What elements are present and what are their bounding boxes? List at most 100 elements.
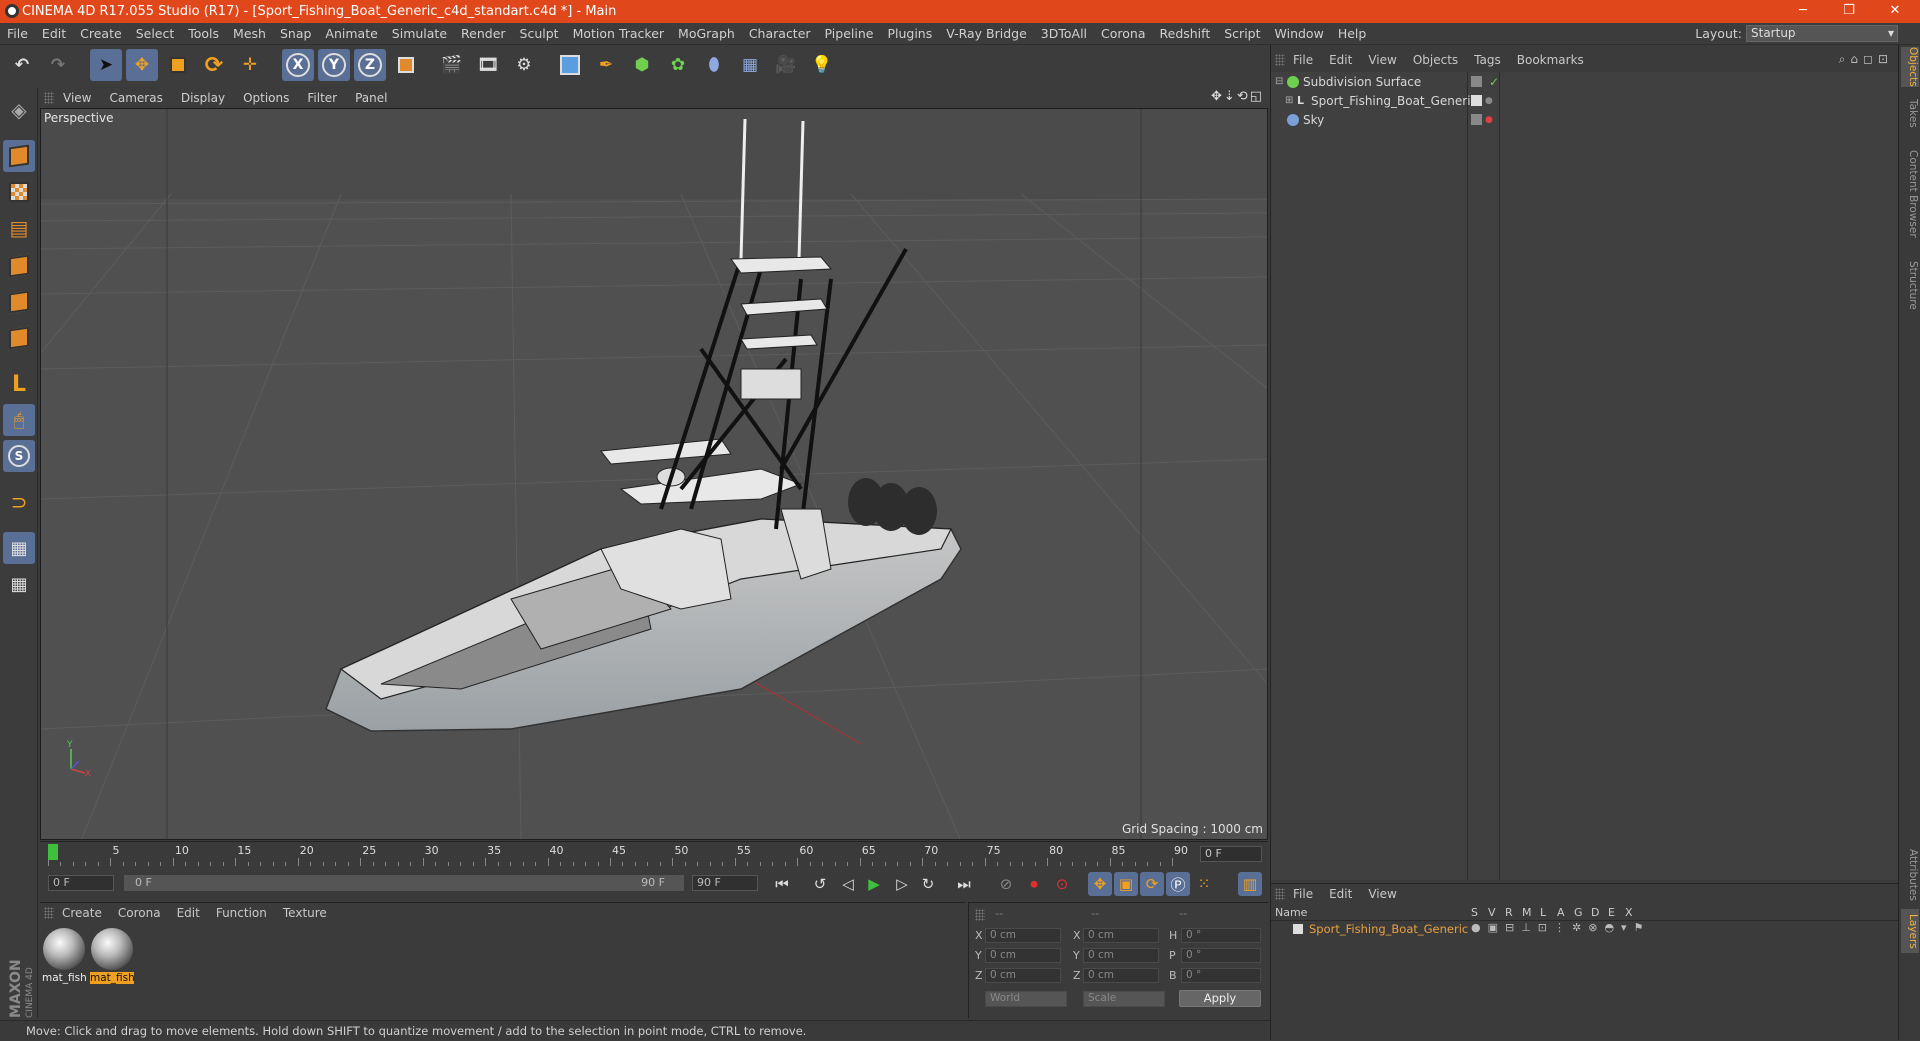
key-pla-button[interactable]: ⁙	[1192, 872, 1216, 896]
transform-tool-button[interactable]: ✛	[234, 49, 266, 81]
x-axis-lock-button[interactable]: X	[282, 49, 314, 81]
object-row-subdivision[interactable]: ⊟ Subdivision Surface ✓	[1271, 72, 1901, 91]
undo-button[interactable]: ↶	[6, 49, 38, 81]
object-menu-edit[interactable]: Edit	[1321, 53, 1360, 67]
menu-plugins[interactable]: Plugins	[880, 26, 939, 41]
menu-file[interactable]: File	[0, 26, 35, 41]
tab-attributes[interactable]: Attributes	[1901, 845, 1919, 905]
scale-tool-button[interactable]	[162, 49, 194, 81]
apply-button[interactable]: Apply	[1179, 990, 1261, 1007]
menu-snap[interactable]: Snap	[273, 26, 318, 41]
min-frame-field[interactable]: 0 F	[48, 875, 114, 891]
workplane-mode-button[interactable]: ▤	[3, 212, 35, 244]
close-button[interactable]: ✕	[1872, 0, 1918, 23]
tab-structure[interactable]: Structure	[1901, 255, 1919, 315]
floor-button[interactable]: ▦	[734, 49, 766, 81]
tab-content-browser[interactable]: Content Browser	[1901, 139, 1919, 249]
key-parameter-button[interactable]: Ⓟ	[1166, 872, 1190, 896]
snapping-button[interactable]: S	[3, 440, 35, 472]
workplane-lock-button[interactable]: ▦	[3, 532, 35, 564]
restore-button[interactable]: ❐	[1826, 0, 1872, 23]
texture-mode-button[interactable]	[3, 176, 35, 208]
light-button[interactable]: 💡	[806, 49, 838, 81]
expand-toggle-icon[interactable]: ⊞	[1285, 95, 1293, 106]
object-menu-file[interactable]: File	[1285, 53, 1321, 67]
layer-color-swatch[interactable]	[1293, 924, 1303, 934]
key-position-button[interactable]: ✥	[1088, 872, 1112, 896]
tweak-mode-button[interactable]: 🖱	[3, 404, 35, 436]
editor-visibility-icon[interactable]	[1471, 114, 1482, 125]
layer-menu-edit[interactable]: Edit	[1321, 887, 1360, 901]
key-scale-button[interactable]: ▣	[1114, 872, 1138, 896]
cube-object-button[interactable]	[554, 49, 586, 81]
previous-key-button[interactable]: ↺	[808, 872, 832, 896]
timeline-ruler[interactable]: 051015202530354045505560657075808590 0 F	[40, 841, 1268, 866]
previous-frame-button[interactable]: ◁	[836, 872, 860, 896]
viewport-menu-options[interactable]: Options	[234, 91, 298, 105]
cloner-button[interactable]: ✿	[662, 49, 694, 81]
coordinate-system-button[interactable]	[390, 49, 422, 81]
material-swatch-selected[interactable]: mat_fish	[90, 928, 134, 984]
key-rotation-button[interactable]: ⟳	[1140, 872, 1164, 896]
polygons-mode-button[interactable]	[3, 322, 35, 354]
menu-help[interactable]: Help	[1331, 26, 1374, 41]
record-keys-button[interactable]: ⏺	[1022, 872, 1046, 896]
menu-simulate[interactable]: Simulate	[385, 26, 454, 41]
layer-menu-file[interactable]: File	[1285, 887, 1321, 901]
deformer-button[interactable]: ⬮	[698, 49, 730, 81]
menu-redshift[interactable]: Redshift	[1153, 26, 1218, 41]
make-editable-button[interactable]: ◈	[3, 94, 35, 126]
layer-toggle-icons[interactable]: ●▣⊟⊥⊡⋮✲⊗◓▾⚑	[1471, 921, 1650, 934]
editor-visibility-icon[interactable]	[1471, 76, 1482, 87]
menu-edit[interactable]: Edit	[35, 26, 73, 41]
autokey-button[interactable]: ⊙	[1050, 872, 1074, 896]
object-row-sky[interactable]: Sky ●	[1271, 110, 1901, 129]
rotation-p-field[interactable]: 0 °	[1181, 948, 1261, 963]
material-swatch[interactable]: mat_fish	[42, 928, 86, 984]
playhead-marker[interactable]	[48, 844, 58, 860]
redo-button[interactable]: ↷	[42, 49, 74, 81]
subdivision-surface-button[interactable]: ⬢	[626, 49, 658, 81]
frame-ruler[interactable]: 051015202530354045505560657075808590	[48, 842, 1198, 866]
menu-animate[interactable]: Animate	[318, 26, 384, 41]
viewport-menu-filter[interactable]: Filter	[298, 91, 346, 105]
model-mode-button[interactable]	[3, 140, 35, 172]
render-picture-viewer-button[interactable]: 🎞	[472, 49, 504, 81]
size-z-field[interactable]: 0 cm	[1083, 968, 1159, 983]
minimize-button[interactable]: ─	[1780, 0, 1826, 23]
edges-mode-button[interactable]	[3, 286, 35, 318]
menu-mesh[interactable]: Mesh	[226, 26, 273, 41]
rotate-tool-button[interactable]: ⟳	[198, 49, 230, 81]
object-menu-view[interactable]: View	[1360, 53, 1404, 67]
menu-pipeline[interactable]: Pipeline	[818, 26, 881, 41]
axis-mode-button[interactable]: L	[3, 368, 35, 400]
menu-corona[interactable]: Corona	[1094, 26, 1152, 41]
position-y-field[interactable]: 0 cm	[985, 948, 1061, 963]
preview-range-slider[interactable]: 0 F 90 F	[124, 875, 684, 891]
menu-render[interactable]: Render	[454, 26, 513, 41]
layer-row[interactable]: Sport_Fishing_Boat_Generic ●▣⊟⊥⊡⋮✲⊗◓▾⚑	[1271, 921, 1901, 938]
render-settings-button[interactable]: ⚙	[508, 49, 540, 81]
camera-button[interactable]: 🎥	[770, 49, 802, 81]
material-menu-create[interactable]: Create	[54, 906, 110, 920]
move-tool-button[interactable]: ✥	[126, 49, 158, 81]
enabled-check-icon[interactable]: ✓	[1489, 75, 1499, 89]
menu-create[interactable]: Create	[73, 26, 129, 41]
size-mode-dropdown[interactable]: Scale	[1083, 991, 1165, 1007]
viewport-menu-cameras[interactable]: Cameras	[100, 91, 171, 105]
menu-tools[interactable]: Tools	[181, 26, 226, 41]
object-menu-objects[interactable]: Objects	[1405, 53, 1466, 67]
tab-objects[interactable]: Objects	[1901, 47, 1919, 87]
magnet-button[interactable]: ⊃	[3, 486, 35, 518]
menu-v-ray-bridge[interactable]: V-Ray Bridge	[939, 26, 1034, 41]
coordinate-mode-dropdown[interactable]: World	[985, 991, 1067, 1007]
points-mode-button[interactable]	[3, 250, 35, 282]
timeline-window-button[interactable]: ▥	[1238, 872, 1262, 896]
expand-toggle-icon[interactable]: ⊟	[1275, 76, 1283, 87]
material-menu-texture[interactable]: Texture	[275, 906, 335, 920]
material-menu-edit[interactable]: Edit	[169, 906, 208, 920]
max-frame-field[interactable]: 90 F	[692, 875, 758, 891]
object-list[interactable]: ⊟ Subdivision Surface ✓ ⊞ L Sport_Fishin…	[1271, 72, 1901, 880]
layer-menu-view[interactable]: View	[1360, 887, 1404, 901]
go-to-end-button[interactable]: ⏭	[952, 872, 976, 896]
